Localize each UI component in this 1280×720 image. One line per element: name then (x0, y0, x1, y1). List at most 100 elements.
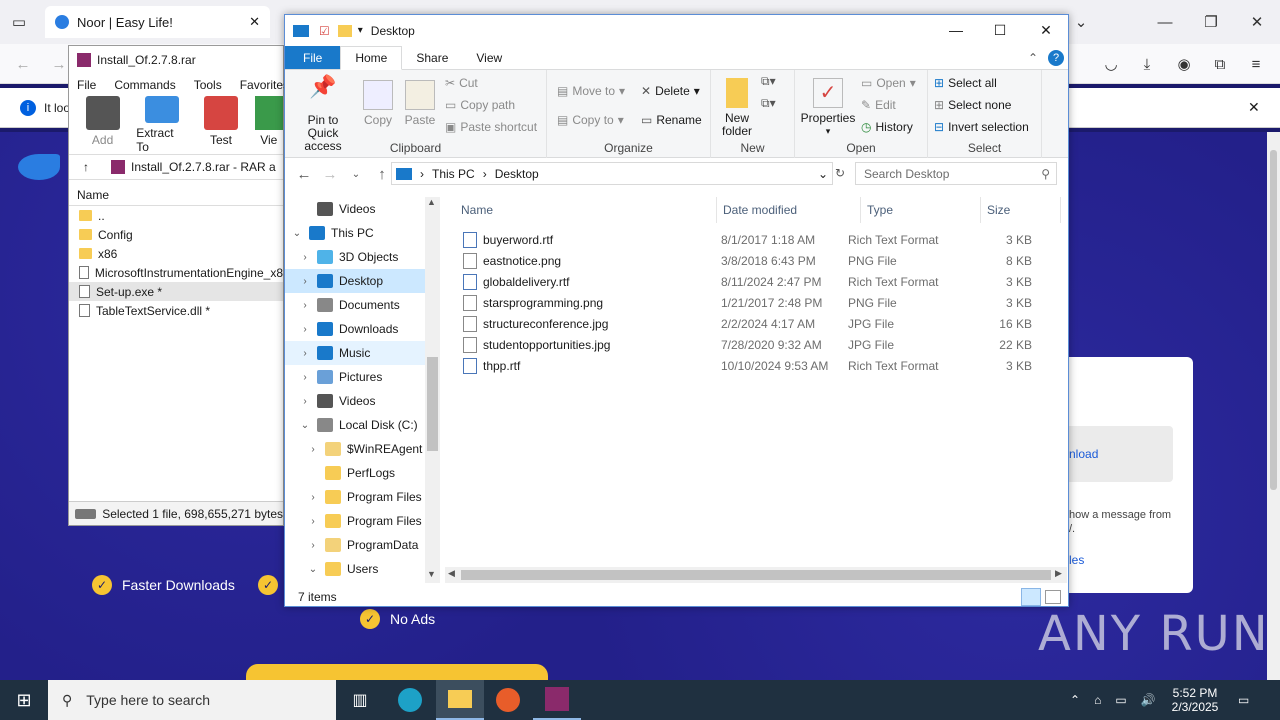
nav-item[interactable]: › Program Files (285, 509, 438, 533)
file-row[interactable]: thpp.rtf 10/10/2024 9:53 AM Rich Text Form… (443, 355, 1068, 376)
scroll-right-icon[interactable]: ▶ (1055, 568, 1062, 579)
file-row[interactable]: globaldelivery.rtf 8/11/2024 2:47 PM Rich … (443, 271, 1068, 292)
invert-selection-button[interactable]: ⊟ Invert selection (934, 120, 1029, 134)
nav-item[interactable]: › $WinREAgent (285, 437, 438, 461)
clock[interactable]: 5:52 PM 2/3/2025 (1168, 680, 1222, 720)
paste-button[interactable]: Paste (403, 80, 437, 127)
up-arrow-icon[interactable]: ↑ (83, 160, 89, 174)
collapse-ribbon-icon[interactable]: ⌃ (1028, 51, 1038, 65)
nav-item[interactable]: PerfLogs (285, 461, 438, 485)
expand-chevron-icon[interactable]: ⌄ (307, 564, 319, 575)
menu-commands[interactable]: Commands (114, 78, 175, 92)
nav-scrollbar[interactable]: ▲ ▼ (425, 197, 440, 583)
cut-button[interactable]: ✂ Cut (445, 76, 478, 90)
details-view-icon[interactable] (1021, 588, 1041, 606)
tab-home[interactable]: Home (340, 46, 403, 70)
menu-tools[interactable]: Tools (194, 78, 222, 92)
download-link[interactable]: nload (1069, 447, 1098, 461)
tab-list-icon[interactable]: ▭ (8, 11, 30, 33)
new-folder-button[interactable]: New folder (719, 78, 755, 138)
close-icon[interactable]: ✕ (1246, 11, 1268, 33)
scroll-up-icon[interactable]: ▲ (427, 197, 436, 207)
nav-item[interactable]: › Videos (285, 389, 438, 413)
menu-icon[interactable]: ≡ (1245, 53, 1267, 75)
breadcrumb-this-pc[interactable]: This PC (432, 167, 475, 181)
expand-chevron-icon[interactable]: › (299, 372, 311, 383)
expand-chevron-icon[interactable]: › (299, 396, 311, 407)
expand-chevron-icon[interactable]: › (307, 516, 319, 527)
new-item-button[interactable]: ⧉▾ (761, 74, 776, 89)
nav-item[interactable]: ⌄ Local Disk (C:) (285, 413, 438, 437)
nav-item[interactable]: › 3D Objects (285, 245, 438, 269)
download-icon[interactable]: ⤓ (1136, 53, 1158, 75)
qa-dropdown-icon[interactable]: ▾ (358, 25, 363, 36)
expand-chevron-icon[interactable]: › (299, 324, 311, 335)
taskbar-search[interactable]: ⚲ Type here to search (48, 680, 336, 720)
archive-row[interactable]: .. (69, 206, 283, 225)
page-scrollbar[interactable] (1267, 132, 1280, 680)
delete-button[interactable]: ✕ Delete ▾ (641, 84, 700, 98)
edge-button[interactable] (386, 680, 434, 720)
card-link[interactable]: les (1069, 553, 1084, 567)
expand-chevron-icon[interactable]: ⌄ (299, 420, 311, 431)
nav-item[interactable]: › Desktop (285, 269, 438, 293)
copy-button[interactable]: Copy (361, 80, 395, 127)
back-icon[interactable]: ← (291, 166, 317, 183)
properties-qa-icon[interactable]: ☑ (319, 24, 330, 38)
extract-to-button[interactable]: Extract To (136, 96, 187, 154)
archive-row[interactable]: Config (69, 225, 283, 244)
nav-item[interactable]: › Music (285, 341, 438, 365)
volume-icon[interactable]: 🔊 (1141, 693, 1156, 707)
pocket-icon[interactable]: ◡ (1100, 53, 1122, 75)
menu-file[interactable]: File (77, 78, 96, 92)
account-icon[interactable]: ◉ (1173, 53, 1195, 75)
properties-button[interactable]: ✓ Properties ▾ (800, 78, 856, 138)
select-all-button[interactable]: ⊞ Select all (934, 76, 997, 90)
winrar-button[interactable] (533, 680, 581, 720)
address-bar[interactable]: › This PC › Desktop ⌄ (391, 162, 833, 185)
paste-shortcut-button[interactable]: ▣ Paste shortcut (445, 120, 537, 134)
download-button[interactable]: nload (1069, 426, 1173, 482)
expand-chevron-icon[interactable]: › (299, 276, 311, 287)
expand-chevron-icon[interactable]: ⌄ (291, 228, 303, 239)
move-to-button[interactable]: ▤ Move to ▾ (557, 84, 625, 98)
back-icon[interactable]: ← (12, 53, 34, 75)
file-row[interactable]: structureconference.jpg 2/2/2024 4:17 AM J… (443, 313, 1068, 334)
refresh-icon[interactable]: ↻ (831, 166, 849, 180)
chevron-down-icon[interactable]: ⌄ (1070, 11, 1092, 33)
edit-button[interactable]: ✎ Edit (861, 98, 896, 112)
expand-chevron-icon[interactable]: › (307, 492, 319, 503)
tray-chevron-icon[interactable]: ⌃ (1070, 693, 1080, 707)
close-tab-icon[interactable]: ✕ (249, 14, 260, 30)
large-icons-view-icon[interactable] (1045, 590, 1061, 604)
address-dropdown-icon[interactable]: ⌄ (818, 167, 828, 181)
copy-path-button[interactable]: ▭ Copy path (445, 98, 515, 112)
browser-tab[interactable]: Noor | Easy Life! ✕ (45, 6, 270, 38)
view-button[interactable]: Vie (254, 96, 283, 154)
archive-row[interactable]: MicrosoftInstrumentationEngine_x8 (69, 263, 283, 282)
task-view-button[interactable]: ▥ (336, 680, 384, 720)
help-icon[interactable]: ? (1048, 49, 1064, 66)
nav-item[interactable]: › ProgramData (285, 533, 438, 557)
scroll-left-icon[interactable]: ◀ (448, 568, 455, 579)
rename-button[interactable]: ▭ Rename (641, 113, 702, 127)
forward-icon[interactable]: → (48, 53, 70, 75)
minimize-button[interactable]: — (933, 15, 979, 45)
menu-favorites[interactable]: Favorites (240, 78, 289, 92)
extensions-icon[interactable]: ⧉ (1209, 53, 1231, 75)
breadcrumb-desktop[interactable]: Desktop (495, 167, 539, 181)
expand-chevron-icon[interactable]: › (307, 444, 319, 455)
network-icon[interactable]: ▭ (1115, 693, 1126, 707)
nav-item[interactable]: ⌄ This PC (285, 221, 438, 245)
close-button[interactable]: ✕ (1023, 15, 1069, 45)
column-name[interactable]: Name (69, 184, 283, 206)
folder-qa-icon[interactable] (337, 24, 352, 37)
minimize-icon[interactable]: — (1154, 11, 1176, 33)
list-horizontal-scrollbar[interactable]: ◀ ▶ (445, 567, 1067, 583)
tab-view[interactable]: View (462, 46, 516, 69)
usb-icon[interactable]: ⌂ (1094, 693, 1101, 707)
nav-item[interactable]: › Documents (285, 293, 438, 317)
history-button[interactable]: ◷ History (861, 120, 913, 134)
start-button[interactable]: ⊞ (0, 680, 48, 720)
tab-file[interactable]: File (285, 46, 341, 69)
